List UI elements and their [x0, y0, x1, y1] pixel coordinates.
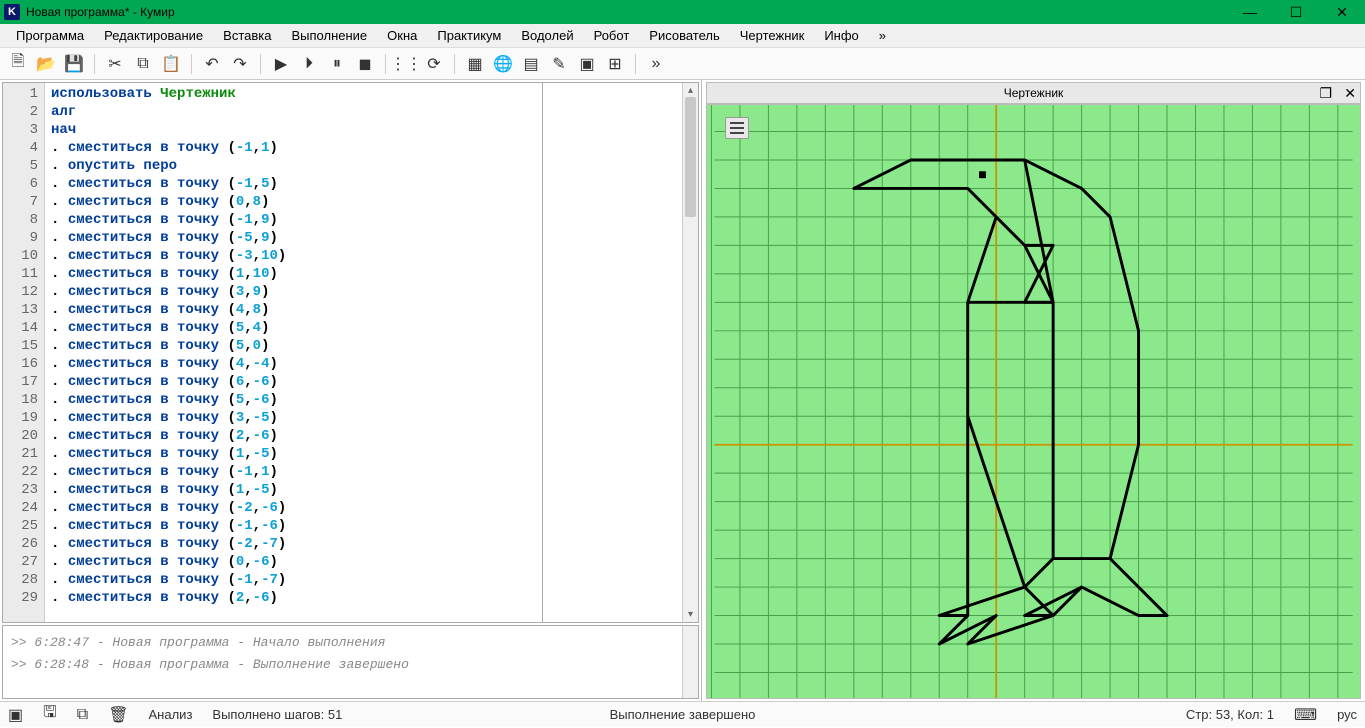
- menu-Вставка[interactable]: Вставка: [213, 26, 281, 45]
- status-done: Выполнение завершено: [610, 707, 756, 722]
- grid-icon[interactable]: ▦: [463, 52, 487, 76]
- panel-restore-icon[interactable]: ❐: [1319, 85, 1332, 102]
- status-cursor-pos: Стр: 53, Кол: 1: [1186, 707, 1274, 722]
- status-analysis: Анализ: [149, 707, 193, 722]
- status-icon[interactable]: ▣: [8, 705, 23, 725]
- canvas-menu-icon[interactable]: [725, 117, 749, 139]
- separator: [94, 54, 95, 74]
- open-file-icon[interactable]: 📂: [34, 52, 58, 76]
- console-scrollbar[interactable]: [682, 626, 698, 698]
- separator: [191, 54, 192, 74]
- menu-Водолей[interactable]: Водолей: [511, 26, 583, 45]
- undo-icon[interactable]: ↶: [200, 52, 224, 76]
- output-console: >> 6:28:47 - Новая программа - Начало вы…: [2, 625, 699, 699]
- window-title: Новая программа* - Кумир: [26, 5, 1227, 19]
- status-bar: ▣ 🖫 ⧉ 🗑 Анализ Выполнено шагов: 51 Выпол…: [0, 701, 1365, 727]
- minimize-button[interactable]: —: [1227, 0, 1273, 24]
- editor-margin: [542, 83, 682, 622]
- panel-close-icon[interactable]: ✕: [1344, 85, 1356, 102]
- menu-Чертежник[interactable]: Чертежник: [730, 26, 815, 45]
- scroll-down-icon[interactable]: ▾: [683, 609, 698, 620]
- stop-icon[interactable]: ◼: [353, 52, 377, 76]
- status-steps: Выполнено шагов: 51: [212, 707, 342, 722]
- menu-Окна[interactable]: Окна: [377, 26, 427, 45]
- run-icon[interactable]: ▶: [269, 52, 293, 76]
- status-icon[interactable]: 🗑: [108, 705, 128, 725]
- status-icon[interactable]: ⧉: [77, 706, 88, 724]
- scroll-thumb[interactable]: [685, 97, 696, 217]
- app-icon: K: [4, 4, 20, 20]
- chevron-right-icon[interactable]: »: [644, 52, 668, 76]
- tool-icon[interactable]: ⟳: [422, 52, 446, 76]
- menu-Практикум[interactable]: Практикум: [427, 26, 511, 45]
- tool-icon[interactable]: ⋮⋮: [394, 52, 418, 76]
- console-line: >> 6:28:48 - Новая программа - Выполнени…: [11, 654, 674, 676]
- toolbar: 🗎 📂 💾 ✂ ⧉ 📋 ↶ ↷ ▶ ⏵ ⏸ ◼ ⋮⋮ ⟳ ▦ 🌐 ▤ ✎ ▣ ⊞…: [0, 48, 1365, 80]
- close-button[interactable]: ✕: [1319, 0, 1365, 24]
- redo-icon[interactable]: ↷: [228, 52, 252, 76]
- menu-bar: ПрограммаРедактированиеВставкаВыполнение…: [0, 24, 1365, 48]
- maximize-button[interactable]: ☐: [1273, 0, 1319, 24]
- menu-Робот[interactable]: Робот: [584, 26, 640, 45]
- new-file-icon[interactable]: 🗎: [6, 52, 30, 76]
- scroll-up-icon[interactable]: ▴: [683, 85, 698, 96]
- tool-icon[interactable]: ▣: [575, 52, 599, 76]
- tool-icon[interactable]: ▤: [519, 52, 543, 76]
- drawing-canvas[interactable]: [706, 104, 1361, 699]
- code-content[interactable]: использовать Чертежник алг нач . сместит…: [45, 83, 542, 622]
- separator: [635, 54, 636, 74]
- console-line: >> 6:28:47 - Новая программа - Начало вы…: [11, 632, 674, 654]
- menu-»[interactable]: »: [869, 26, 896, 45]
- editor-scrollbar[interactable]: ▴ ▾: [682, 83, 698, 622]
- globe-icon[interactable]: 🌐: [491, 52, 515, 76]
- pause-icon[interactable]: ⏸: [325, 52, 349, 76]
- menu-Программа[interactable]: Программа: [6, 26, 94, 45]
- separator: [454, 54, 455, 74]
- panel-title-text: Чертежник: [1004, 86, 1064, 100]
- tool-icon[interactable]: ✎: [547, 52, 571, 76]
- status-lang: рус: [1337, 707, 1357, 722]
- code-editor[interactable]: 1234567891011121314151617181920212223242…: [2, 82, 699, 623]
- save-file-icon[interactable]: 💾: [62, 52, 86, 76]
- line-gutter: 1234567891011121314151617181920212223242…: [3, 83, 45, 622]
- drawing-svg: [707, 105, 1360, 698]
- tool-icon[interactable]: ⊞: [603, 52, 627, 76]
- separator: [260, 54, 261, 74]
- paste-icon[interactable]: 📋: [159, 52, 183, 76]
- cut-icon[interactable]: ✂: [103, 52, 127, 76]
- menu-Инфо[interactable]: Инфо: [814, 26, 868, 45]
- title-bar: K Новая программа* - Кумир — ☐ ✕: [0, 0, 1365, 24]
- status-icon[interactable]: 🖫: [43, 701, 57, 728]
- copy-icon[interactable]: ⧉: [131, 52, 155, 76]
- step-icon[interactable]: ⏵: [297, 52, 321, 76]
- separator: [385, 54, 386, 74]
- menu-Рисователь[interactable]: Рисователь: [639, 26, 729, 45]
- menu-Редактирование[interactable]: Редактирование: [94, 26, 213, 45]
- keyboard-icon[interactable]: ⌨: [1294, 705, 1317, 725]
- drawing-panel-title: Чертежник ❐ ✕: [706, 82, 1361, 104]
- menu-Выполнение[interactable]: Выполнение: [281, 26, 377, 45]
